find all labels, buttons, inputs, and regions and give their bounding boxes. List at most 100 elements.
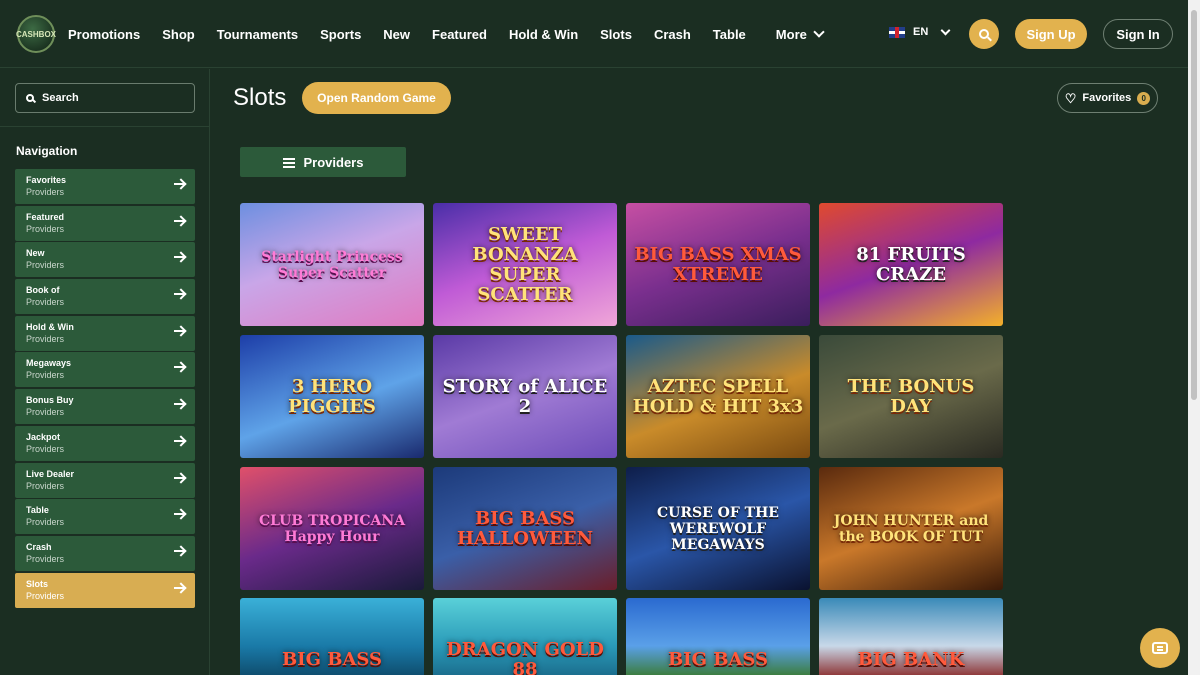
- game-title: 81 FRUITS CRAZE: [856, 243, 966, 285]
- arrow-right-icon: [174, 256, 184, 259]
- sidebar-item-megaways[interactable]: Megaways Providers: [15, 352, 195, 388]
- arrow-right-icon: [174, 476, 184, 479]
- game-card[interactable]: BIG BASS HALLOWEEN: [433, 467, 617, 590]
- arrow-right-icon: [174, 403, 184, 406]
- game-card[interactable]: CURSE OF THE WEREWOLF MEGAWAYS: [626, 467, 810, 590]
- sign-up-button[interactable]: Sign Up: [1015, 19, 1087, 49]
- game-card[interactable]: 3 HERO PIGGIES: [240, 335, 424, 458]
- arrow-right-icon: [174, 513, 184, 516]
- sidebar-item-sublabel: Providers: [26, 480, 65, 491]
- favorites-count-badge: 0: [1137, 91, 1151, 105]
- sidebar-item-slots[interactable]: Slots Providers: [15, 572, 195, 608]
- favorites-button[interactable]: ♡ Favorites 0: [1057, 83, 1158, 113]
- nav-item-crash[interactable]: Crash: [654, 27, 691, 42]
- nav-item-featured[interactable]: Featured: [432, 27, 487, 42]
- providers-label: Providers: [303, 154, 364, 170]
- game-card[interactable]: STORY of ALICE 2: [433, 335, 617, 458]
- sidebar-item-sublabel: Providers: [26, 590, 65, 601]
- sidebar-item-sublabel: Providers: [26, 333, 65, 344]
- sidebar-item-book-of[interactable]: Book of Providers: [15, 279, 195, 315]
- sidebar-item-label: Featured: [26, 211, 65, 222]
- sliders-icon: [282, 157, 295, 168]
- sidebar-item-label: Jackpot: [26, 431, 61, 442]
- game-card[interactable]: CLUB TROPICANA Happy Hour: [240, 467, 424, 590]
- navigation-title: Navigation: [16, 144, 78, 158]
- game-title: DRAGON GOLD 88: [446, 639, 604, 675]
- game-card[interactable]: Starlight Princess Super Scatter: [240, 203, 424, 326]
- sidebar-item-crash[interactable]: Crash Providers: [15, 535, 195, 571]
- sidebar-item-sublabel: Providers: [26, 297, 65, 308]
- sidebar-item-sublabel: Providers: [26, 370, 65, 381]
- nav-item-more[interactable]: More: [775, 26, 825, 42]
- search-label: Search: [42, 92, 79, 104]
- game-title: BIG BASS: [281, 649, 383, 670]
- arrow-right-icon: [174, 549, 184, 552]
- sidebar-item-favorites[interactable]: Favorites Providers: [15, 169, 195, 204]
- nav-item-table[interactable]: Table: [713, 27, 746, 42]
- language-selector[interactable]: EN: [889, 25, 951, 38]
- game-card[interactable]: BIG BASS: [626, 598, 810, 675]
- chevron-down-icon: [813, 26, 825, 38]
- sidebar-item-label: Bonus Buy: [26, 395, 74, 406]
- game-title: CURSE OF THE WEREWOLF MEGAWAYS: [657, 504, 779, 553]
- search-input[interactable]: Search: [15, 83, 195, 113]
- game-title: CLUB TROPICANA Happy Hour: [258, 512, 406, 545]
- game-title: 3 HERO PIGGIES: [288, 375, 376, 417]
- game-card[interactable]: JOHN HUNTER and the BOOK OF TUT: [819, 467, 1003, 590]
- open-random-game-button[interactable]: Open Random Game: [302, 82, 451, 114]
- sidebar-item-hold-win[interactable]: Hold & Win Providers: [15, 315, 195, 351]
- game-card[interactable]: BIG BASS XMAS XTREME: [626, 203, 810, 326]
- nav-item-tournaments[interactable]: Tournaments: [217, 27, 298, 42]
- logo-text: CASHBOX: [16, 29, 57, 39]
- game-title: AZTEC SPELL HOLD & HIT 3x3: [632, 375, 804, 417]
- game-title: BIG BASS HALLOWEEN: [456, 507, 594, 549]
- game-card[interactable]: AZTEC SPELL HOLD & HIT 3x3: [626, 335, 810, 458]
- sidebar-item-sublabel: Providers: [26, 553, 65, 564]
- nav-item-new[interactable]: New: [383, 27, 410, 42]
- game-card[interactable]: BIG BASS: [240, 598, 424, 675]
- game-card[interactable]: SWEET BONANZA SUPER SCATTER: [433, 203, 617, 326]
- sidebar-item-sublabel: Providers: [26, 223, 65, 234]
- providers-button[interactable]: Providers: [240, 147, 406, 177]
- sidebar-item-new[interactable]: New Providers: [15, 242, 195, 278]
- uk-flag-icon: [889, 26, 905, 38]
- game-card[interactable]: 81 FRUITS CRAZE: [819, 203, 1003, 326]
- game-title: JOHN HUNTER and the BOOK OF TUT: [833, 512, 989, 545]
- nav-item-sports[interactable]: Sports: [320, 27, 361, 42]
- sidebar-item-table[interactable]: Table Providers: [15, 499, 195, 535]
- main-nav: Promotions Shop Tournaments Sports New Featur…: [68, 0, 845, 68]
- sidebar-item-sublabel: Providers: [26, 260, 65, 271]
- game-title: SWEET BONANZA SUPER SCATTER: [472, 223, 578, 305]
- sidebar: Search Navigation Favorites Providers Feat…: [0, 69, 210, 675]
- game-card[interactable]: DRAGON GOLD 88: [433, 598, 617, 675]
- nav-item-hold-win[interactable]: Hold & Win: [509, 27, 578, 42]
- sidebar-item-sublabel: Providers: [26, 407, 65, 418]
- sidebar-item-bonus-buy[interactable]: Bonus Buy Providers: [15, 389, 195, 425]
- scrollbar[interactable]: [1188, 0, 1200, 675]
- more-label: More: [775, 26, 807, 42]
- sidebar-item-label: Hold & Win: [26, 321, 74, 332]
- game-card[interactable]: BIG BANK: [819, 598, 1003, 675]
- game-title: BIG BASS XMAS XTREME: [634, 243, 802, 285]
- sidebar-item-featured[interactable]: Featured Providers: [15, 205, 195, 241]
- sidebar-item-label: Table: [26, 505, 49, 516]
- sidebar-item-label: Favorites: [26, 175, 67, 185]
- top-bar: CASHBOX Promotions Shop Tournaments Sports N…: [0, 0, 1188, 68]
- nav-item-promotions[interactable]: Promotions: [68, 27, 140, 42]
- nav-item-slots[interactable]: Slots: [600, 27, 632, 42]
- nav-item-shop[interactable]: Shop: [162, 27, 195, 42]
- logo[interactable]: CASHBOX: [16, 15, 57, 53]
- game-card[interactable]: THE BONUS DAY: [819, 335, 1003, 458]
- sidebar-item-jackpot[interactable]: Jackpot Providers: [15, 425, 195, 461]
- navigation-list: Favorites Providers Featured Providers New Pr…: [15, 169, 195, 609]
- heart-icon: ♡: [1064, 90, 1077, 106]
- arrow-right-icon: [174, 329, 184, 332]
- sidebar-item-live-dealer[interactable]: Live Dealer Providers: [15, 462, 195, 498]
- search-button[interactable]: [969, 19, 999, 49]
- scrollbar-thumb[interactable]: [1191, 10, 1197, 400]
- arrow-right-icon: [174, 439, 184, 442]
- arrow-right-icon: [174, 293, 184, 296]
- sign-in-button[interactable]: Sign In: [1103, 19, 1173, 49]
- chat-button[interactable]: [1140, 628, 1180, 668]
- sidebar-item-sublabel: Providers: [26, 517, 65, 528]
